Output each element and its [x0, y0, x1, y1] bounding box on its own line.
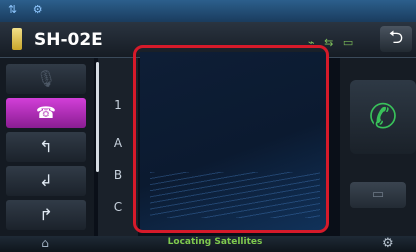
voice-recognition-button[interactable]: 🎙: [6, 64, 86, 94]
home-button[interactable]: ⌂: [30, 236, 60, 252]
back-button[interactable]: ⮌: [380, 26, 412, 52]
phonebook-button[interactable]: ☎: [6, 98, 86, 128]
highlight-frame: [133, 45, 329, 233]
status-icons: ⇅ ⚙: [8, 3, 49, 16]
mobile-phone-icon: [12, 28, 22, 50]
device-name: SH-02E: [34, 30, 103, 50]
incoming-calls-button[interactable]: ↲: [6, 166, 86, 196]
index-letter-b[interactable]: B: [98, 168, 138, 182]
message-icon: ▭: [371, 187, 385, 202]
message-button[interactable]: ▭: [350, 182, 406, 208]
scrollbar[interactable]: [96, 62, 99, 172]
index-letter-1[interactable]: 1: [98, 98, 138, 112]
gps-status-text: Locating Satellites: [167, 237, 263, 247]
settings-icon[interactable]: ⚙: [382, 236, 394, 251]
index-strip: 1 A B C: [98, 58, 138, 236]
index-letter-c[interactable]: C: [98, 200, 138, 214]
outgoing-calls-button[interactable]: ↰: [6, 132, 86, 162]
handset-icon: ✆: [368, 97, 398, 137]
status-bar: ⇅ ⚙: [0, 0, 416, 22]
call-button[interactable]: ✆: [350, 80, 416, 154]
missed-calls-button[interactable]: ↱: [6, 200, 86, 230]
index-letter-a[interactable]: A: [98, 136, 138, 150]
